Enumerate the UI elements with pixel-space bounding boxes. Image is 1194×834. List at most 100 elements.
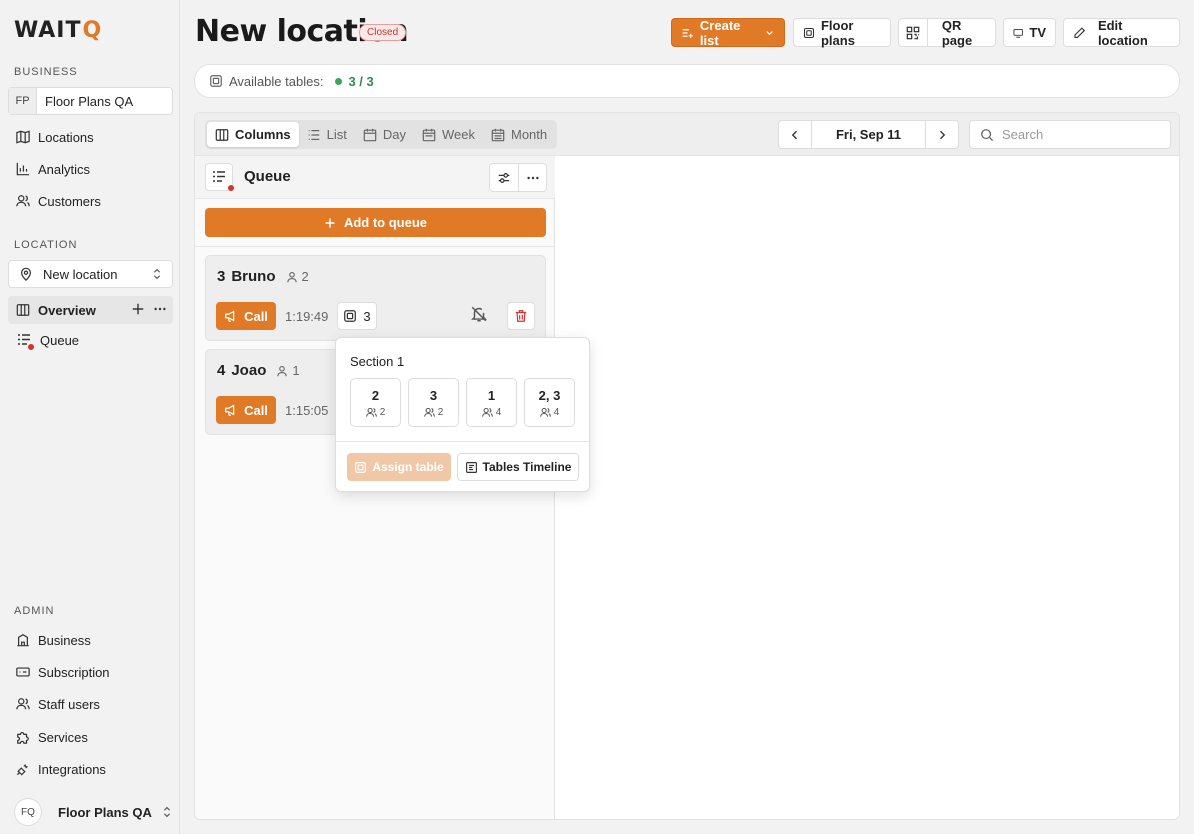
chevron-right-icon: [940, 130, 946, 139]
sidebar-item-business[interactable]: Business: [8, 626, 173, 654]
tables-timeline-label: Tables Timeline: [482, 460, 572, 474]
queue-header: Queue: [195, 156, 555, 199]
next-date-button[interactable]: [926, 121, 958, 148]
chevron-updown-icon: [163, 806, 170, 818]
sidebar-item-subscription[interactable]: Subscription: [8, 658, 173, 686]
tab-month[interactable]: Month: [483, 122, 555, 147]
available-tables-bar: Available tables: 3 / 3: [194, 64, 1180, 98]
waitq-logo[interactable]: WAITQ: [14, 18, 102, 43]
floor-plans-button[interactable]: Floor plans: [793, 18, 891, 48]
edit-location-button[interactable]: Edit location: [1063, 18, 1180, 48]
sidebar-item-queue[interactable]: Queue: [8, 326, 173, 354]
mute-notifications-button[interactable]: [470, 305, 488, 323]
table-name: 2: [371, 387, 380, 403]
qr-page-label: QR page: [941, 17, 973, 48]
sidebar-item-label: Subscription: [38, 664, 110, 680]
date-navigator: Fri, Sep 11: [778, 120, 959, 149]
users-icon: [423, 407, 435, 417]
more-options-button[interactable]: [518, 164, 546, 191]
table-option[interactable]: 2, 3 4: [524, 378, 575, 427]
sidebar-item-overview[interactable]: Overview: [8, 296, 173, 324]
sidebar-item-locations[interactable]: Locations: [8, 123, 173, 151]
table-option[interactable]: 3 2: [408, 378, 459, 427]
entry-name: Bruno: [231, 268, 276, 285]
notification-dot: [28, 344, 34, 350]
sidebar-item-integrations[interactable]: Integrations: [8, 755, 173, 783]
person-icon: [286, 271, 297, 282]
tab-day[interactable]: Day: [355, 122, 414, 147]
business-initials: FP: [9, 88, 37, 114]
sidebar-item-label: Customers: [38, 193, 101, 209]
search-input[interactable]: Search: [969, 120, 1171, 149]
create-list-button[interactable]: Create list: [671, 17, 785, 48]
table-capacity: 4: [539, 407, 559, 418]
admin-section-label: ADMIN: [14, 605, 55, 617]
tab-label: Week: [441, 127, 475, 142]
person-icon: [277, 365, 288, 376]
call-button[interactable]: Call: [216, 302, 276, 330]
call-button[interactable]: Call: [216, 396, 276, 424]
table-capacity: 4: [481, 407, 501, 418]
user-name: Floor Plans QA: [58, 804, 152, 820]
tab-list[interactable]: List: [299, 122, 355, 147]
sidebar-item-label: Locations: [38, 129, 94, 145]
table-option[interactable]: 2 2: [350, 378, 401, 427]
users-icon: [539, 407, 551, 417]
more-horizontal-icon[interactable]: [153, 302, 167, 316]
assign-table-popover: Section 1 2 2 3 2 1 4 2, 3 4 Assign tabl…: [335, 337, 590, 492]
tab-label: List: [326, 127, 347, 142]
add-to-queue-button[interactable]: Add to queue: [205, 208, 546, 237]
business-selector[interactable]: FP Floor Plans QA: [8, 87, 173, 115]
table-chip[interactable]: 3: [337, 302, 377, 330]
assign-table-button[interactable]: Assign table: [347, 453, 451, 481]
tv-button[interactable]: TV: [1003, 18, 1056, 47]
call-label: Call: [244, 308, 268, 324]
party-size-value: 2: [301, 269, 309, 284]
create-list-label: Create list: [699, 17, 741, 48]
sidebar-item-label: Overview: [38, 302, 96, 318]
avatar: FQ: [14, 798, 42, 826]
sidebar-item-staff-users[interactable]: Staff users: [8, 690, 173, 718]
plug-icon: [16, 764, 28, 776]
queue-entry[interactable]: 3 Bruno 2 Call 1:19:49 3: [205, 255, 546, 341]
table-capacity: 2: [365, 407, 385, 418]
more-horizontal-icon: [526, 176, 539, 179]
assign-table-label: Assign table: [372, 460, 444, 474]
sidebar-item-label: Services: [38, 729, 88, 745]
view-toolbar: Columns List Day Week Month Fri, Sep 11 …: [195, 113, 1179, 156]
prev-date-button[interactable]: [779, 121, 811, 148]
search-placeholder: Search: [1002, 127, 1044, 142]
location-selector[interactable]: New location: [8, 260, 173, 288]
delete-button[interactable]: [507, 302, 535, 330]
table-icon: [210, 75, 222, 87]
users-icon: [481, 407, 493, 417]
sidebar-item-label: Queue: [40, 332, 80, 348]
columns-icon: [215, 128, 229, 141]
plus-icon: [325, 218, 335, 227]
sidebar-item-analytics[interactable]: Analytics: [8, 155, 173, 183]
calendar-icon: [363, 128, 377, 141]
sidebar-item-services[interactable]: Services: [8, 723, 173, 751]
tab-week[interactable]: Week: [414, 122, 483, 147]
current-date[interactable]: Fri, Sep 11: [811, 121, 926, 148]
table-option[interactable]: 1 4: [466, 378, 517, 427]
filter-button[interactable]: [490, 164, 518, 191]
tables-timeline-button[interactable]: Tables Timeline: [457, 453, 579, 481]
list-icon: [308, 129, 319, 140]
puzzle-icon: [17, 732, 29, 744]
sidebar-item-customers[interactable]: Customers: [8, 187, 173, 215]
calendar-icon: [422, 128, 436, 141]
qr-page-button[interactable]: QR page: [898, 17, 996, 48]
party-size: 2: [286, 269, 309, 284]
table-icon: [355, 461, 367, 473]
capacity-value: 2: [437, 406, 444, 418]
map-icon: [16, 130, 30, 144]
tab-label: Columns: [235, 127, 291, 142]
plus-icon[interactable]: [131, 302, 145, 316]
tab-columns[interactable]: Columns: [207, 122, 299, 147]
bar-chart-icon: [16, 162, 30, 176]
divider: [336, 441, 589, 442]
user-menu[interactable]: FQ Floor Plans QA: [14, 798, 174, 826]
wait-timer: 1:15:05: [285, 403, 329, 418]
tab-label: Month: [510, 127, 548, 142]
